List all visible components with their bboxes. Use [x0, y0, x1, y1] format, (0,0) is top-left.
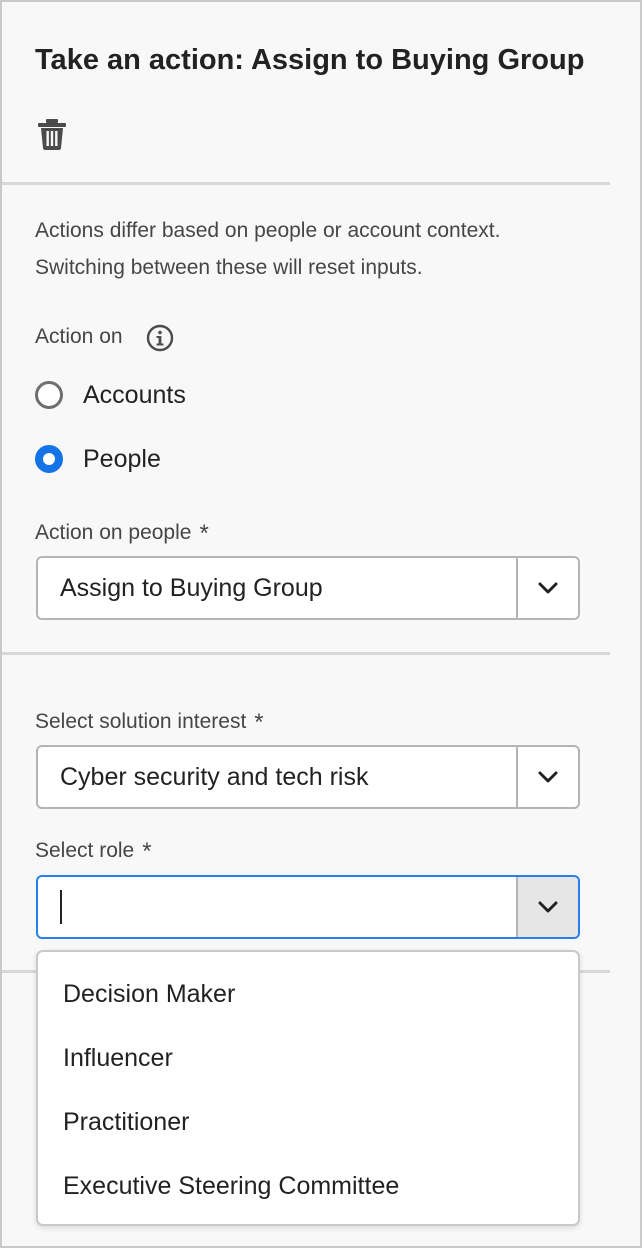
text-cursor [60, 890, 62, 924]
info-icon[interactable] [146, 324, 174, 352]
radio-button[interactable] [35, 381, 63, 409]
menu-item-practitioner[interactable]: Practitioner [38, 1093, 578, 1151]
radio-people[interactable]: People [35, 439, 161, 479]
action-on-label: Action on [35, 325, 123, 349]
section-divider [2, 652, 610, 655]
role-label: Select role* [35, 836, 152, 864]
section-divider [2, 182, 610, 185]
required-mark: * [254, 709, 263, 737]
description-line: Actions differ based on people or accoun… [35, 212, 595, 249]
chevron-down-icon [538, 582, 558, 594]
action-on-people-label: Action on people* [35, 518, 209, 546]
solution-interest-label: Select solution interest* [35, 707, 264, 735]
description-line: Switching between these will reset input… [35, 249, 595, 286]
radio-accounts[interactable]: Accounts [35, 375, 186, 415]
chevron-down-icon [538, 771, 558, 783]
picker-value: Assign to Buying Group [38, 574, 516, 603]
role-input[interactable] [38, 890, 516, 924]
radio-label: Accounts [83, 381, 186, 410]
picker-value: Cyber security and tech risk [38, 763, 516, 792]
panel-title: Take an action: Assign to Buying Group [35, 44, 584, 77]
menu-item-influencer[interactable]: Influencer [38, 1029, 578, 1087]
picker-toggle-button[interactable] [516, 558, 578, 618]
radio-button[interactable] [35, 445, 63, 473]
trash-icon[interactable] [37, 118, 67, 150]
menu-item-executive-steering-committee[interactable]: Executive Steering Committee [38, 1157, 578, 1215]
role-combobox[interactable] [36, 875, 580, 939]
required-mark: * [199, 520, 208, 548]
menu-item-decision-maker[interactable]: Decision Maker [38, 965, 578, 1023]
required-mark: * [142, 838, 151, 866]
chevron-down-icon [538, 901, 558, 913]
role-dropdown-menu: Decision Maker Influencer Practitioner E… [36, 950, 580, 1226]
picker-toggle-button[interactable] [516, 747, 578, 807]
action-panel: Take an action: Assign to Buying Group A… [0, 0, 642, 1248]
picker-toggle-button[interactable] [516, 877, 578, 937]
radio-label: People [83, 445, 161, 474]
context-description: Actions differ based on people or accoun… [35, 212, 595, 286]
action-on-people-picker[interactable]: Assign to Buying Group [36, 556, 580, 620]
solution-interest-picker[interactable]: Cyber security and tech risk [36, 745, 580, 809]
